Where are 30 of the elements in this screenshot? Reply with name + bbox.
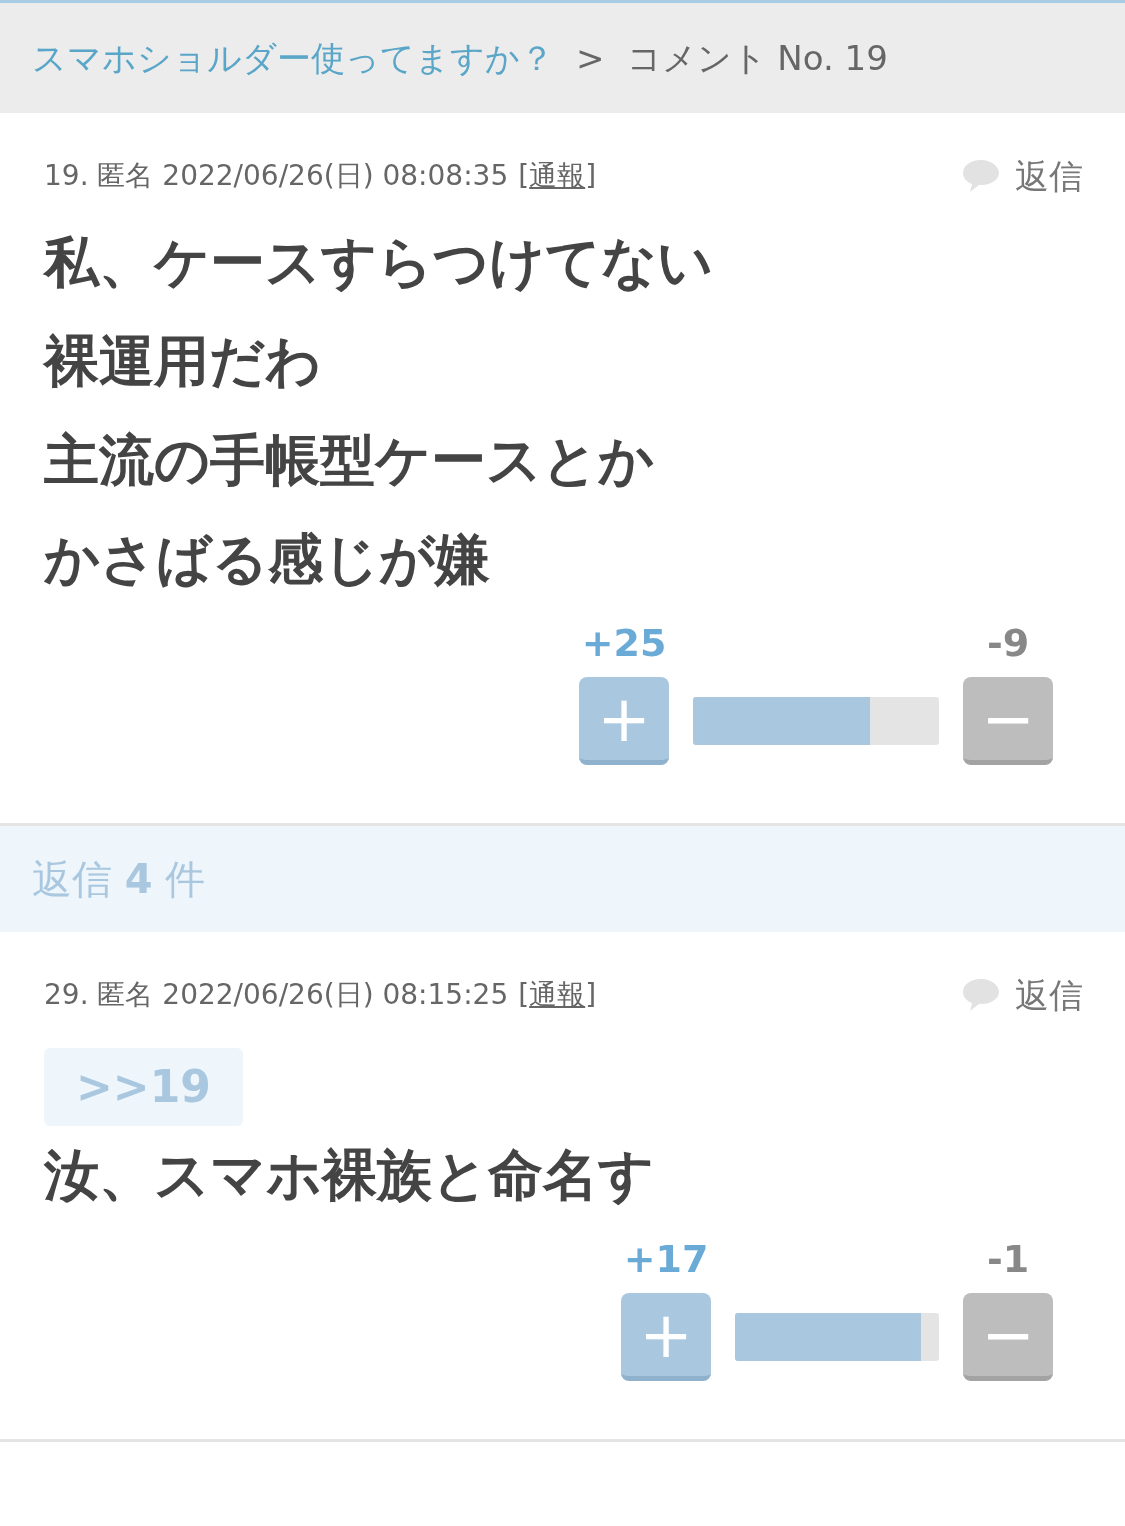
- comment-meta: 19. 匿名 2022/06/26(日) 08:08:35: [44, 158, 509, 194]
- comment-text: 主流の手帳型ケースとか: [44, 427, 655, 494]
- report-link[interactable]: 通報: [529, 974, 586, 1016]
- plus-button[interactable]: +: [621, 1293, 711, 1381]
- reply-button[interactable]: 返信: [961, 150, 1083, 202]
- breadcrumb-separator: >: [576, 36, 605, 80]
- comment-text: 裸運用だわ: [44, 328, 322, 395]
- minus-button[interactable]: −: [963, 1293, 1053, 1381]
- comment-text: かさばる感じが嫌: [44, 526, 491, 593]
- bracket: [: [518, 158, 530, 194]
- anchor-link[interactable]: >>19: [44, 1048, 243, 1126]
- speech-bubble-icon: [961, 977, 1001, 1013]
- minus-count: -9: [986, 620, 1030, 667]
- report-link[interactable]: 通報: [529, 155, 586, 197]
- minus-count: -1: [986, 1236, 1030, 1283]
- reply-button[interactable]: 返信: [961, 969, 1083, 1021]
- bracket: [: [518, 977, 530, 1013]
- comment-meta: 29. 匿名 2022/06/26(日) 08:15:25: [44, 977, 509, 1013]
- replies-count-label: 返信 4 件: [32, 855, 206, 904]
- plus-count: +25: [581, 620, 667, 667]
- comment-text: 私、ケースすらつけてない: [44, 229, 714, 296]
- breadcrumb-current: コメント No. 19: [626, 36, 888, 80]
- plus-button[interactable]: +: [579, 677, 669, 765]
- topic-link[interactable]: スマホショルダー使ってますか？: [32, 32, 554, 84]
- comment-text: 汝、スマホ裸族と命名す: [44, 1142, 655, 1209]
- bracket: ]: [585, 158, 597, 194]
- bracket: ]: [585, 977, 597, 1013]
- speech-bubble-icon: [961, 158, 1001, 194]
- plus-count: +17: [623, 1236, 709, 1283]
- minus-button[interactable]: −: [963, 677, 1053, 765]
